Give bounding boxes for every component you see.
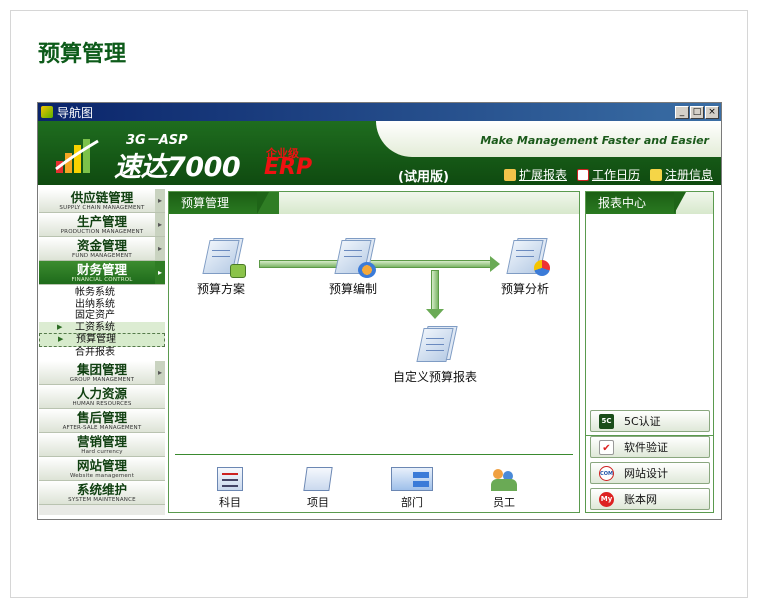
sidebar-item-supply-chain[interactable]: 供应链管理 SUPPLY CHAIN MANAGEMENT ▸ bbox=[39, 189, 165, 213]
work-calendar-link[interactable]: 工作日历 bbox=[576, 166, 640, 183]
chevron-right-icon: ▸ bbox=[155, 237, 165, 260]
submenu-item-cashier[interactable]: 出纳系统 bbox=[39, 299, 165, 311]
tool-project[interactable]: 项目 bbox=[303, 467, 333, 510]
5c-certification-button[interactable]: 5C 5C认证 bbox=[590, 410, 710, 432]
maximize-button[interactable]: □ bbox=[690, 105, 704, 119]
website-design-button[interactable]: COM 网站设计 bbox=[590, 462, 710, 484]
chevron-right-icon: ▸ bbox=[155, 261, 165, 284]
custom-report-label: 自定义预算报表 bbox=[393, 370, 478, 384]
budget-panel: 预算管理 预算方案 预算编制 预算分析 自定义预算报表 科目 项目 部门 员工 bbox=[168, 191, 580, 513]
sidebar-item-finance[interactable]: 财务管理 FINANCIAL CONTROL ▸ bbox=[39, 261, 165, 285]
speaker-icon bbox=[649, 168, 662, 181]
budget-plan-icon bbox=[200, 238, 246, 278]
5c-logo-icon: 5C bbox=[599, 413, 614, 429]
chevron-right-icon: ▸ bbox=[155, 189, 165, 212]
submenu-item-payroll[interactable]: ▶ 工资系统 bbox=[39, 321, 165, 333]
close-button[interactable]: × bbox=[705, 105, 719, 119]
sidebar: 供应链管理 SUPPLY CHAIN MANAGEMENT ▸ 生产管理 PRO… bbox=[39, 189, 165, 515]
budget-compile-label: 预算编制 bbox=[329, 282, 378, 296]
my-logo-icon: My bbox=[599, 491, 614, 507]
navigator-window: 导航图 _ □ × Make Management Faster and Eas… bbox=[37, 102, 722, 520]
budget-analysis-node[interactable]: 预算分析 bbox=[501, 238, 550, 297]
budget-analysis-label: 预算分析 bbox=[501, 282, 550, 296]
submenu-item-accounting[interactable]: 帐务系统 bbox=[39, 287, 165, 299]
custom-report-icon bbox=[414, 326, 458, 364]
checkmark-icon: ✔ bbox=[599, 439, 614, 455]
expand-report-icon bbox=[503, 168, 516, 181]
budget-plan-node[interactable]: 预算方案 bbox=[197, 238, 246, 297]
banner: Make Management Faster and Easier 3G－ASP… bbox=[38, 121, 721, 185]
sidebar-item-system[interactable]: 系统维护 SYSTEM MAINTENANCE bbox=[39, 481, 165, 505]
budget-plan-label: 预算方案 bbox=[197, 282, 246, 296]
budget-compile-icon bbox=[332, 238, 376, 278]
budget-analysis-icon bbox=[504, 238, 550, 276]
minimize-button[interactable]: _ bbox=[675, 105, 689, 119]
triangle-right-icon: ▶ bbox=[58, 335, 64, 343]
sidebar-item-website[interactable]: 网站管理 Website management bbox=[39, 457, 165, 481]
people-icon bbox=[491, 467, 517, 491]
finance-submenu: 帐务系统 出纳系统 固定资产 ▶ 工资系统 ▶ 预算管理 合并报表 bbox=[39, 285, 165, 361]
chevron-right-icon: ▸ bbox=[155, 361, 165, 384]
budget-panel-tab[interactable]: 预算管理 bbox=[169, 192, 270, 214]
window-title: 导航图 bbox=[57, 105, 94, 120]
slogan: Make Management Faster and Easier bbox=[480, 134, 709, 147]
budget-panel-header: 预算管理 bbox=[169, 192, 579, 214]
submenu-item-consolidated[interactable]: 合并报表 bbox=[39, 347, 165, 359]
custom-report-node[interactable]: 自定义预算报表 bbox=[393, 326, 477, 385]
report-center-tab[interactable]: 报表中心 bbox=[586, 192, 687, 214]
trial-label: (试用版) bbox=[398, 170, 449, 185]
logo-main: 速达7000 bbox=[114, 152, 241, 183]
register-info-link[interactable]: 注册信息 bbox=[649, 166, 713, 183]
tool-employee[interactable]: 员工 bbox=[491, 467, 517, 510]
software-verify-button[interactable]: ✔ 软件验证 bbox=[590, 436, 710, 458]
app-icon bbox=[41, 106, 53, 118]
sidebar-item-group[interactable]: 集团管理 GROUP MANAGEMENT ▸ bbox=[39, 361, 165, 385]
panel-divider bbox=[175, 454, 573, 455]
submenu-item-fixed-assets[interactable]: 固定资产 bbox=[39, 310, 165, 322]
arrow-down-icon bbox=[426, 270, 444, 319]
triangle-right-icon: ▶ bbox=[57, 322, 63, 331]
page-title: 预算管理 bbox=[38, 41, 127, 67]
submenu-item-budget[interactable]: ▶ 预算管理 bbox=[39, 333, 165, 347]
com-logo-icon: COM bbox=[599, 465, 614, 481]
sidebar-item-after-sale[interactable]: 售后管理 AFTER-SALE MANAGEMENT bbox=[39, 409, 165, 433]
department-icon bbox=[391, 467, 433, 491]
report-panel-header: 报表中心 bbox=[586, 192, 713, 214]
budget-compile-node[interactable]: 预算编制 bbox=[329, 238, 377, 297]
chevron-right-icon: ▸ bbox=[155, 213, 165, 236]
report-list-area bbox=[586, 214, 713, 436]
logo-erp: ERP bbox=[264, 155, 313, 180]
document-icon bbox=[303, 467, 333, 491]
report-center-panel: 报表中心 5C 5C认证 ✔ 软件验证 COM 网站设计 My 账本网 bbox=[585, 191, 714, 513]
sidebar-item-hr[interactable]: 人力资源 HUMAN RESOURCES bbox=[39, 385, 165, 409]
sidebar-item-fund[interactable]: 资金管理 FUND MANAGEMENT ▸ bbox=[39, 237, 165, 261]
calendar-icon bbox=[576, 168, 589, 181]
expand-report-link[interactable]: 扩展报表 bbox=[503, 166, 567, 183]
logo-chart-icon bbox=[55, 139, 99, 173]
account-book-site-button[interactable]: My 账本网 bbox=[590, 488, 710, 510]
window-titlebar[interactable]: 导航图 _ □ × bbox=[38, 103, 721, 121]
tool-department[interactable]: 部门 bbox=[391, 467, 433, 510]
checklist-icon bbox=[217, 467, 243, 491]
sidebar-item-production[interactable]: 生产管理 PRODUCTION MANAGEMENT ▸ bbox=[39, 213, 165, 237]
sidebar-item-marketing[interactable]: 营销管理 Hard currency bbox=[39, 433, 165, 457]
tool-subject[interactable]: 科目 bbox=[217, 467, 243, 510]
